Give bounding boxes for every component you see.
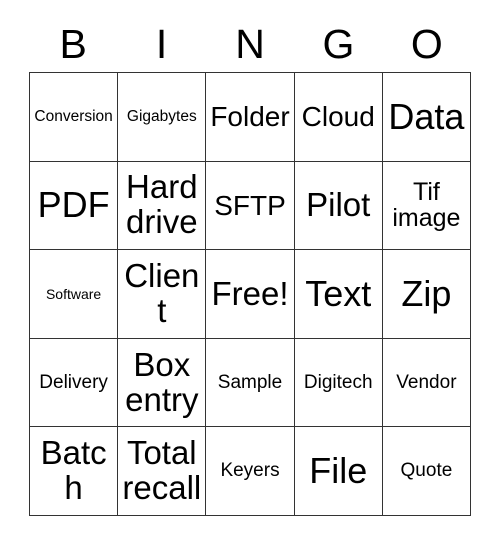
bingo-cell-label: Pilot [306,185,371,223]
bingo-header-letter-2: N [235,21,265,67]
bingo-cell-label: Software [45,285,102,302]
bingo-cell-g2[interactable]: Pilot [294,161,383,251]
bingo-cell-label: Text [305,272,372,314]
bingo-row-1: Conversion Gigabytes Folder Cloud Data [30,73,472,162]
bingo-row-4: Delivery Box entry Sample Digitech Vendo… [30,338,472,428]
bingo-cell-label: Delivery [39,371,108,393]
bingo-cell-label: Quote [400,460,453,482]
bingo-cell-label: Zip [401,272,452,314]
bingo-cell-n5[interactable]: Keyers [206,427,295,516]
bingo-cell-label: Gigabytes [126,107,197,125]
bingo-cell-i2[interactable]: Hard drive [118,161,207,251]
bingo-cell-o4[interactable]: Vendor [382,338,472,428]
bingo-cell-i4[interactable]: Box entry [118,338,207,428]
bingo-cell-label: Data [388,95,465,137]
bingo-cell-n1[interactable]: Folder [206,73,295,162]
bingo-cell-label: Box entry [125,345,199,418]
bingo-cell-g5[interactable]: File [294,427,383,516]
bingo-row-5: Batch Total recall Keyers File Quote [30,427,472,516]
bingo-cell-o1[interactable]: Data [382,73,472,162]
bingo-header-letter-0: B [59,21,87,67]
bingo-row-3: Software Client Free! Text Zip [30,250,472,339]
bingo-cell-n4[interactable]: Sample [206,338,295,428]
bingo-cell-label: File [309,450,368,492]
bingo-cell-label: Sample [217,371,283,393]
bingo-cell-label: Batch [40,434,107,507]
bingo-card: B I N G O Conversion Gigabytes Folder Cl… [29,0,472,516]
bingo-header-letter-4: O [410,21,443,67]
bingo-cell-label: Total recall [122,434,202,507]
bingo-cell-g3[interactable]: Text [294,250,383,339]
bingo-cell-o2[interactable]: Tif image [382,161,472,251]
bingo-cell-label: Hard drive [126,168,198,241]
bingo-cell-free-space[interactable]: Free! [206,250,295,339]
bingo-cell-label: Vendor [396,371,457,393]
bingo-cell-label: PDF [37,184,110,226]
bingo-cell-g4[interactable]: Digitech [294,338,383,428]
bingo-cell-i5[interactable]: Total recall [118,427,207,516]
bingo-cell-b1[interactable]: Conversion [30,73,119,162]
bingo-cell-o5[interactable]: Quote [382,427,472,516]
bingo-cell-label: Cloud [301,100,375,132]
bingo-header-letter-3: G [322,21,355,67]
bingo-cell-label: Conversion [34,107,113,125]
bingo-header-letter-1: I [155,21,168,67]
bingo-grid: Conversion Gigabytes Folder Cloud Data P… [29,72,472,516]
bingo-cell-b4[interactable]: Delivery [30,338,119,428]
bingo-cell-n2[interactable]: SFTP [206,161,295,251]
bingo-cell-label: Keyers [220,460,280,482]
bingo-cell-label: Folder [210,100,290,132]
bingo-cell-g1[interactable]: Cloud [294,73,383,162]
bingo-cell-i1[interactable]: Gigabytes [118,73,207,162]
bingo-header-row: B I N G O [29,0,471,72]
bingo-cell-label: Free! [211,274,289,312]
bingo-cell-label: SFTP [214,189,286,221]
bingo-cell-b3[interactable]: Software [30,250,119,339]
bingo-cell-i3[interactable]: Client [118,250,207,339]
bingo-cell-b2[interactable]: PDF [30,161,119,251]
bingo-row-2: PDF Hard drive SFTP Pilot Tif image [30,161,472,251]
bingo-cell-o3[interactable]: Zip [382,250,472,339]
bingo-cell-label: Tif image [392,177,461,233]
bingo-cell-b5[interactable]: Batch [30,427,119,516]
bingo-cell-label: Digitech [303,371,373,393]
bingo-cell-label: Client [124,257,200,329]
